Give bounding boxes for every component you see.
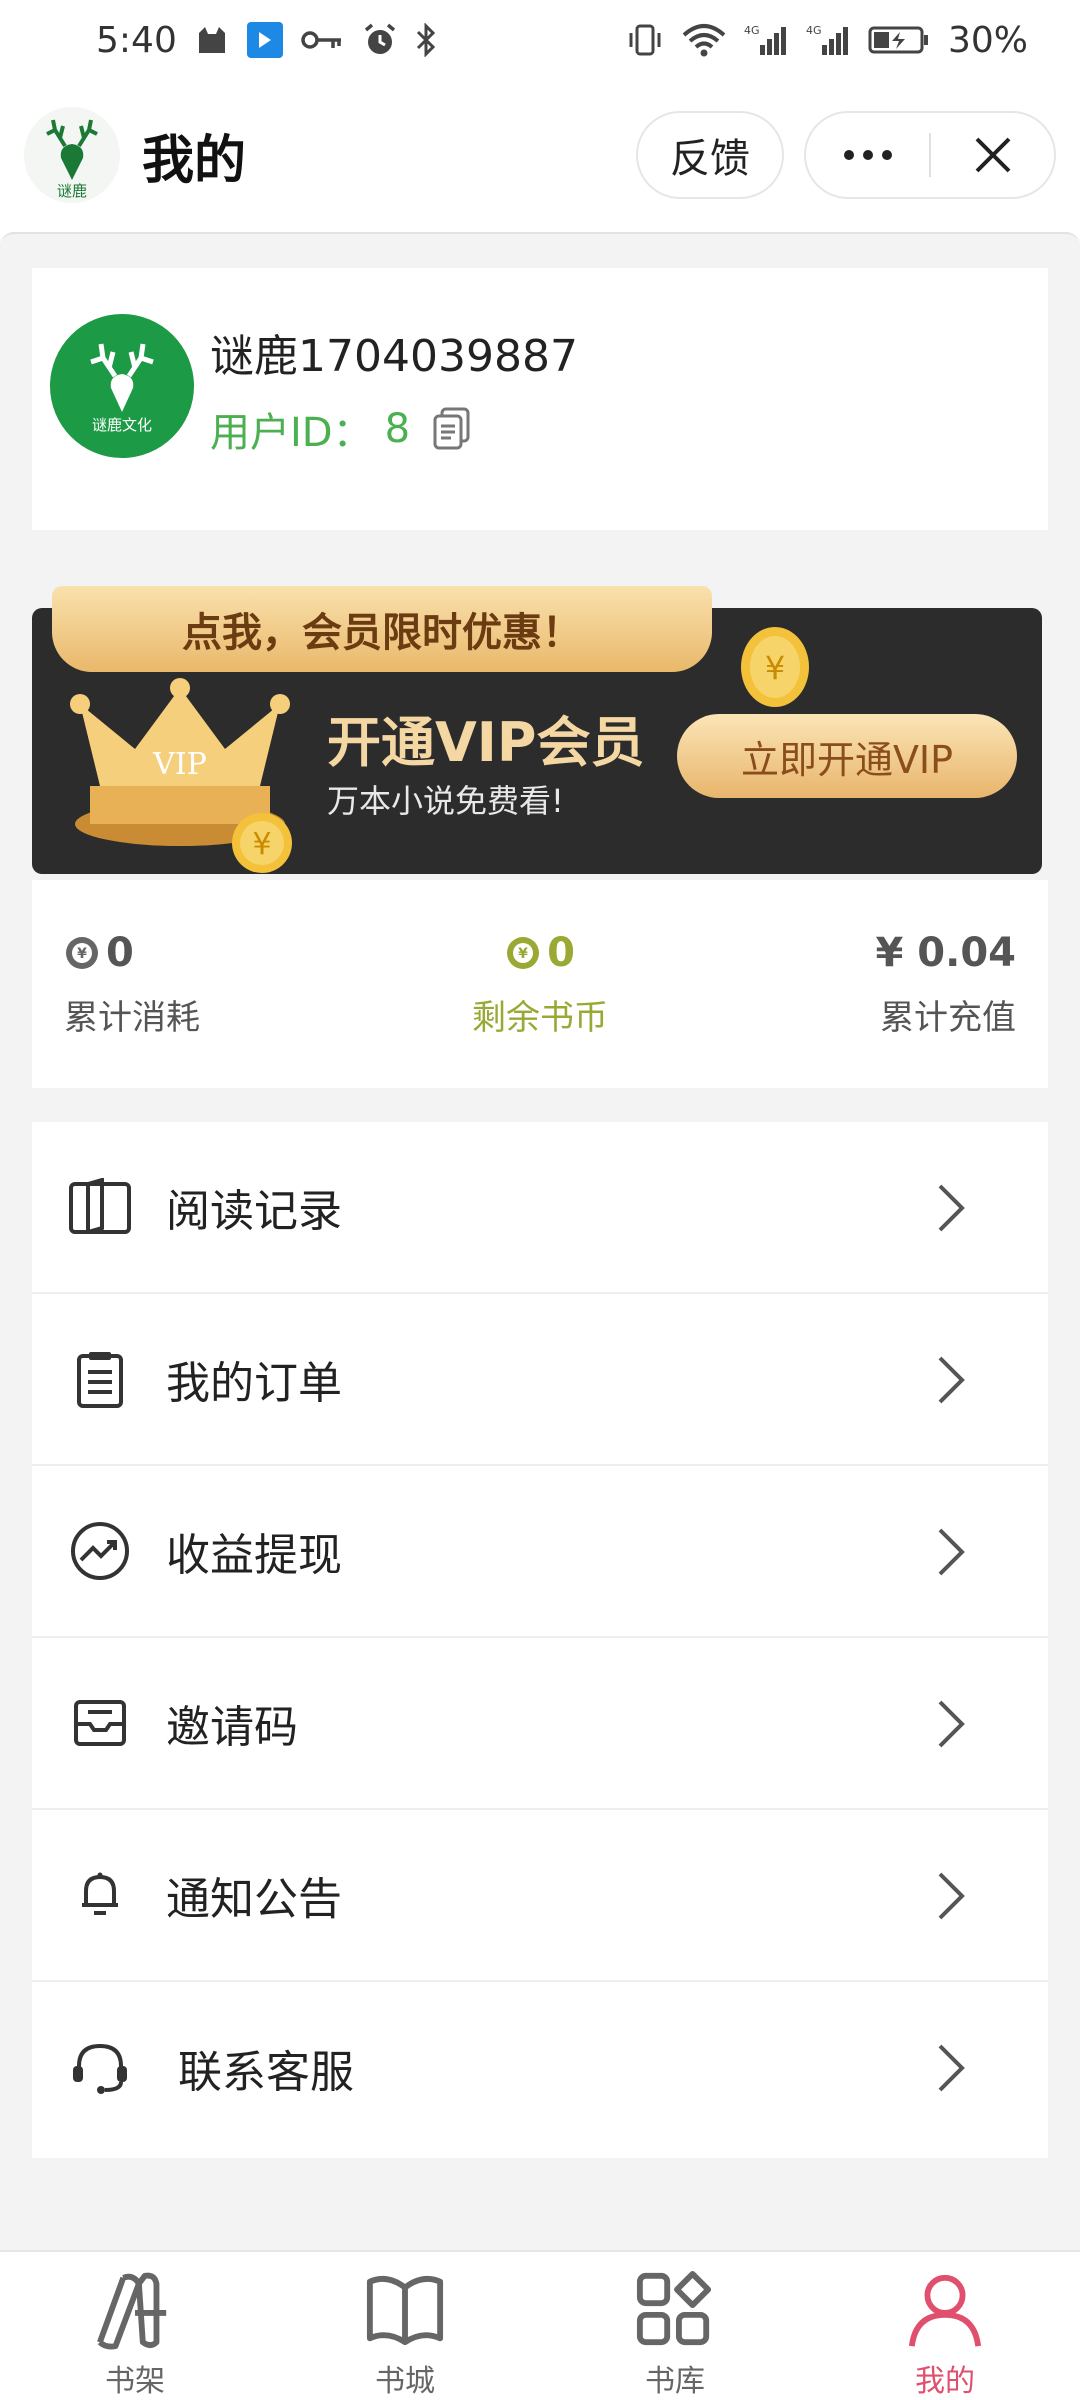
- chevron-right-icon: [938, 1700, 965, 1748]
- main-content: 谜鹿文化 谜鹿1704039887 用户ID： 8 点我，会员限时优惠！ VIP…: [0, 232, 1080, 2250]
- trend-icon: [68, 1519, 132, 1583]
- stat-label: 累计充值: [879, 997, 1016, 1038]
- coin-icon: ¥: [741, 627, 809, 707]
- tab-label: 书架: [105, 2364, 165, 2399]
- stat-value: 0: [106, 929, 134, 976]
- vip-banner[interactable]: 点我，会员限时优惠！ VIP ¥ ¥ 开通VIP会员 万本小说免费看! 立即开通…: [32, 586, 1042, 874]
- bluetooth-icon: [415, 23, 437, 57]
- svg-text:¥: ¥: [518, 946, 528, 962]
- signal-icon-2: 4G: [806, 23, 850, 57]
- chevron-right-icon: [938, 1528, 965, 1576]
- vip-title: 开通VIP会员: [327, 711, 645, 774]
- menu-list: 阅读记录 我的订单 收益提现 邀请码 通知公告 联系客服: [32, 1122, 1048, 2158]
- menu-item-invite-code[interactable]: 邀请码: [32, 1638, 1048, 1810]
- app-logo: 谜鹿: [24, 107, 120, 203]
- user-id-value: 8: [384, 406, 411, 452]
- stat-value: 0: [547, 929, 575, 976]
- status-time: 5:40: [96, 19, 177, 61]
- bookshelf-icon: [97, 2272, 167, 2350]
- more-dots-icon: [843, 150, 892, 160]
- user-id-row: 用户ID： 8: [210, 400, 472, 458]
- person-icon: [908, 2274, 982, 2347]
- alarm-icon: [363, 23, 397, 57]
- stat-label: 累计消耗: [64, 997, 200, 1038]
- chevron-right-icon: [938, 2044, 965, 2092]
- grid-icon: [636, 2270, 712, 2346]
- menu-item-reading-history[interactable]: 阅读记录: [32, 1122, 1048, 1294]
- key-icon: [301, 28, 345, 52]
- menu-item-customer-service[interactable]: 联系客服: [32, 1982, 1048, 2154]
- book-icon: [68, 1175, 132, 1239]
- vpn-icon: [246, 22, 283, 58]
- tab-bookstore[interactable]: 书城: [270, 2252, 540, 2400]
- chevron-right-icon: [938, 1872, 965, 1920]
- battery-percent: 30%: [947, 19, 1028, 61]
- signal-icon: 4G: [744, 23, 788, 57]
- stat-total-recharged[interactable]: ¥ 0.04 累计充值: [699, 880, 1048, 1088]
- app-header: 谜鹿 我的 反馈: [0, 95, 1080, 215]
- mini-program-capsule: [804, 111, 1056, 199]
- inbox-icon: [68, 1691, 132, 1755]
- coin-icon: ¥: [66, 936, 98, 969]
- svg-text:VIP: VIP: [152, 747, 207, 782]
- cat-icon: [195, 25, 229, 55]
- open-book-icon: [366, 2275, 444, 2346]
- battery-icon: [868, 25, 930, 55]
- avatar[interactable]: 谜鹿文化: [50, 314, 194, 458]
- bell-icon: [68, 1863, 132, 1927]
- tab-mine[interactable]: 我的: [810, 2252, 1080, 2400]
- wifi-icon: [682, 23, 726, 57]
- stat-label: 剩余书币: [471, 997, 608, 1038]
- menu-item-earnings-withdraw[interactable]: 收益提现: [32, 1466, 1048, 1638]
- vip-subtitle: 万本小说免费看!: [327, 782, 564, 820]
- close-button[interactable]: [931, 113, 1054, 197]
- stat-total-spent[interactable]: ¥ 0 累计消耗: [32, 880, 381, 1088]
- headset-icon: [68, 2036, 132, 2100]
- deer-logo-icon: 谜鹿: [46, 119, 98, 200]
- vip-promo-ribbon: 点我，会员限时优惠！: [52, 586, 712, 672]
- close-icon: [975, 137, 1010, 173]
- user-id-label: 用户ID：: [210, 410, 373, 456]
- avatar-text: 谜鹿文化: [91, 415, 152, 434]
- copy-icon[interactable]: [432, 407, 472, 451]
- chevron-right-icon: [938, 1184, 965, 1232]
- svg-text:谜鹿: 谜鹿: [57, 182, 87, 200]
- tab-bookshelf[interactable]: 书架: [0, 2252, 270, 2400]
- menu-item-label: 阅读记录: [166, 1186, 342, 1237]
- stat-value: ¥ 0.04: [875, 929, 1016, 976]
- stat-remaining-coins[interactable]: ¥ 0 剩余书币: [381, 880, 698, 1088]
- menu-item-label: 联系客服: [178, 2047, 354, 2098]
- stats-card: ¥ 0 累计消耗 ¥ 0 剩余书币 ¥ 0.04 累计充值: [32, 880, 1048, 1088]
- menu-item-label: 收益提现: [166, 1530, 342, 1581]
- chevron-right-icon: [938, 1356, 965, 1404]
- coin-icon: ¥: [507, 936, 540, 969]
- svg-text:¥: ¥: [765, 649, 785, 687]
- menu-item-label: 邀请码: [166, 1702, 298, 1753]
- page-title: 我的: [142, 130, 247, 191]
- svg-text:4G: 4G: [806, 24, 822, 37]
- status-bar: 5:40 4G 4G 30%: [0, 0, 1080, 80]
- bottom-tab-bar: 书架 书城 书库 我的: [0, 2250, 1080, 2400]
- menu-item-label: 通知公告: [166, 1874, 342, 1925]
- tab-label: 我的: [915, 2364, 975, 2399]
- svg-text:¥: ¥: [77, 946, 87, 962]
- tab-label: 书库: [645, 2364, 705, 2399]
- tab-label: 书城: [375, 2364, 435, 2399]
- svg-text:¥: ¥: [252, 827, 271, 862]
- coin-icon: ¥: [232, 813, 292, 873]
- tab-library[interactable]: 书库: [540, 2252, 810, 2400]
- feedback-button[interactable]: 反馈: [636, 111, 784, 199]
- profile-card[interactable]: 谜鹿文化 谜鹿1704039887 用户ID： 8: [32, 268, 1048, 530]
- open-vip-button[interactable]: 立即开通VIP: [677, 714, 1017, 798]
- svg-text:4G: 4G: [744, 24, 760, 37]
- clipboard-icon: [68, 1347, 132, 1411]
- vibrate-icon: [626, 23, 664, 57]
- username: 谜鹿1704039887: [210, 331, 578, 382]
- menu-item-label: 我的订单: [166, 1358, 342, 1409]
- more-button[interactable]: [806, 113, 929, 197]
- menu-item-my-orders[interactable]: 我的订单: [32, 1294, 1048, 1466]
- menu-item-notices[interactable]: 通知公告: [32, 1810, 1048, 1982]
- deer-avatar-icon: [90, 343, 154, 412]
